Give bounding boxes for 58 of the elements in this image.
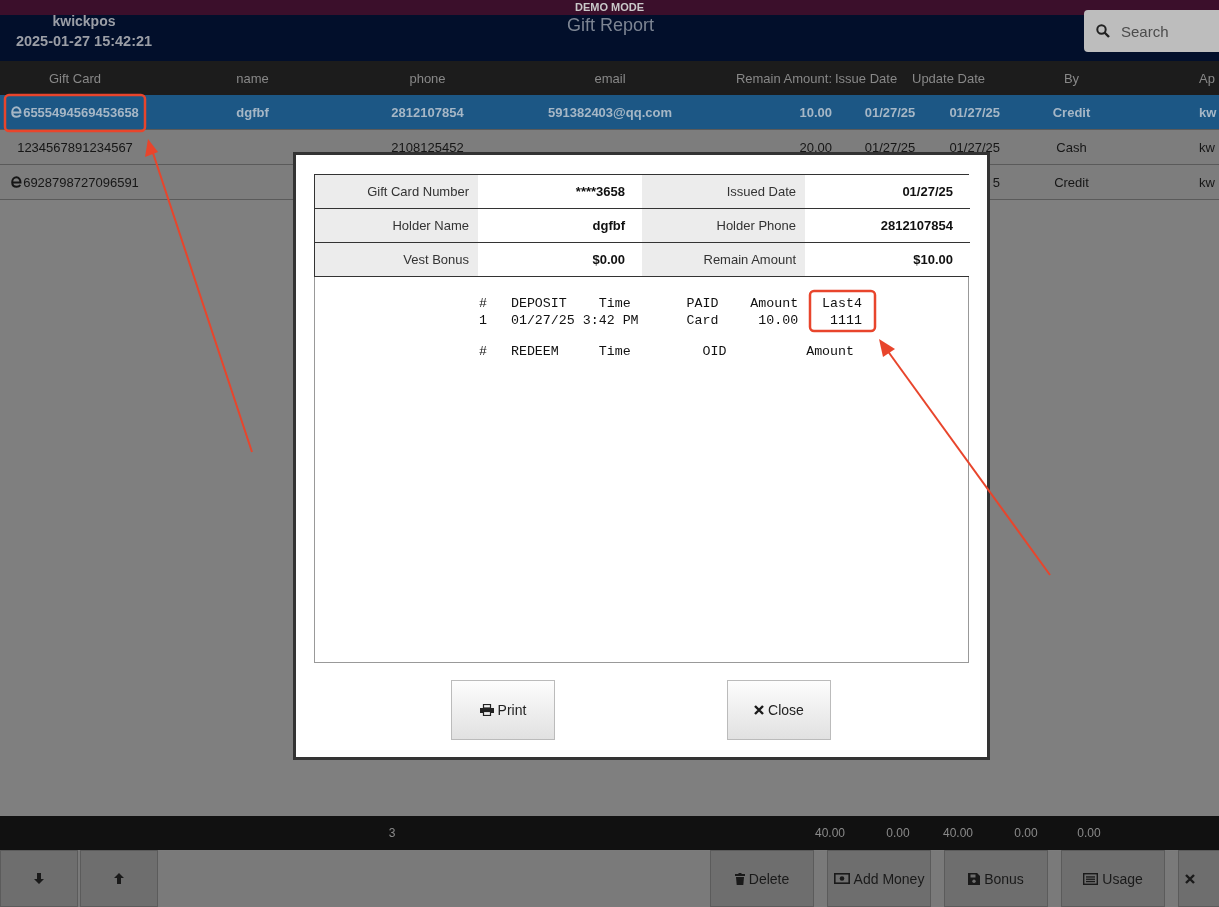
table-cell-text: 1234567891234567 (16, 139, 134, 155)
column-header[interactable]: name (150, 70, 355, 86)
date-time: 2025-01-27 15:42:21 (15, 32, 153, 51)
banner-text: DEMO MODE (574, 0, 645, 15)
search-field[interactable]: Search (1084, 10, 1219, 52)
print-button[interactable]: Print (451, 680, 555, 740)
field-value: 2812107854 (805, 209, 970, 243)
field-label: Gift Card Number (315, 175, 478, 209)
field-label: Issued Date (642, 175, 805, 209)
column-header[interactable]: Remain Amount: (720, 70, 835, 86)
column-header[interactable]: Ap (1140, 70, 1219, 86)
total-value: 40.00 (814, 826, 846, 840)
table-cell-text: Credit (1051, 104, 1092, 120)
table-cell-text: dgfbf (235, 104, 270, 120)
table-cell-text: 2812107854 (390, 104, 465, 120)
page-title: Gift Report (567, 15, 654, 36)
total-value: 40.00 (942, 826, 974, 840)
report-line: # DEPOSIT Time PAID Amount Last4 (479, 295, 863, 312)
table-cell-text: 01/27/25 (863, 104, 917, 120)
column-header[interactable]: Gift Card (0, 70, 150, 86)
column-header[interactable]: phone (355, 70, 500, 86)
table-cell-text: 01/27/25 (948, 104, 1001, 120)
table-cell-text: 10.00 (798, 104, 833, 120)
total-value: 0.00 (885, 826, 911, 840)
field-label: Holder Name (315, 209, 478, 243)
table-cell-text: Cash (1055, 139, 1088, 155)
report-line: 1 01/27/25 3:42 PM Card 10.00 1111 (479, 312, 863, 329)
report-line: # REDEEM Time OID Amount (479, 343, 856, 360)
table-cell: 6555494569453658 (0, 104, 150, 120)
total-value: 0.00 (1013, 826, 1039, 840)
table-cell-text: 5 (991, 174, 1001, 190)
table-cell-text: kw (1198, 174, 1216, 190)
total-count: 3 (387, 826, 397, 840)
table-cell-text: 2108125452 (390, 139, 465, 155)
table-cell-text: kw (1198, 104, 1218, 120)
field-label: Vest Bonus (315, 243, 478, 276)
field-label: Holder Phone (642, 209, 805, 243)
column-header[interactable]: Issue Date (835, 70, 898, 86)
delete-button[interactable]: Delete (710, 850, 814, 907)
column-header[interactable]: email (500, 70, 720, 86)
table-cell-text: 01/27/25 (948, 139, 1001, 155)
column-header[interactable]: Update Date (912, 70, 985, 86)
close-button[interactable]: Close (727, 680, 831, 740)
add-money-button[interactable]: Add Money (827, 850, 931, 907)
total-value: 0.00 (1076, 826, 1102, 840)
table-cell-text: 591382403@qq.com (547, 104, 673, 120)
bonus-button[interactable]: Bonus (944, 850, 1048, 907)
table-row[interactable]: 6555494569453658 dgfbf 2812107854 591382403@qq.com 10.00 01/27/25 01/27/25 Credit kw (0, 95, 1219, 130)
usage-button[interactable]: Usage (1061, 850, 1165, 907)
table-cell-text: 20.00 (798, 139, 833, 155)
column-header[interactable]: By (1003, 70, 1140, 86)
table-cell-text: kw (1198, 139, 1216, 155)
table-cell-text: 01/27/25 (863, 139, 917, 155)
store-name: kwickpos (52, 12, 116, 31)
table-cell-text: Credit (1053, 174, 1090, 190)
field-value: 01/27/25 (805, 175, 970, 209)
table-cell: 6928798727096591 (0, 174, 150, 190)
field-label: Remain Amount (642, 243, 805, 276)
